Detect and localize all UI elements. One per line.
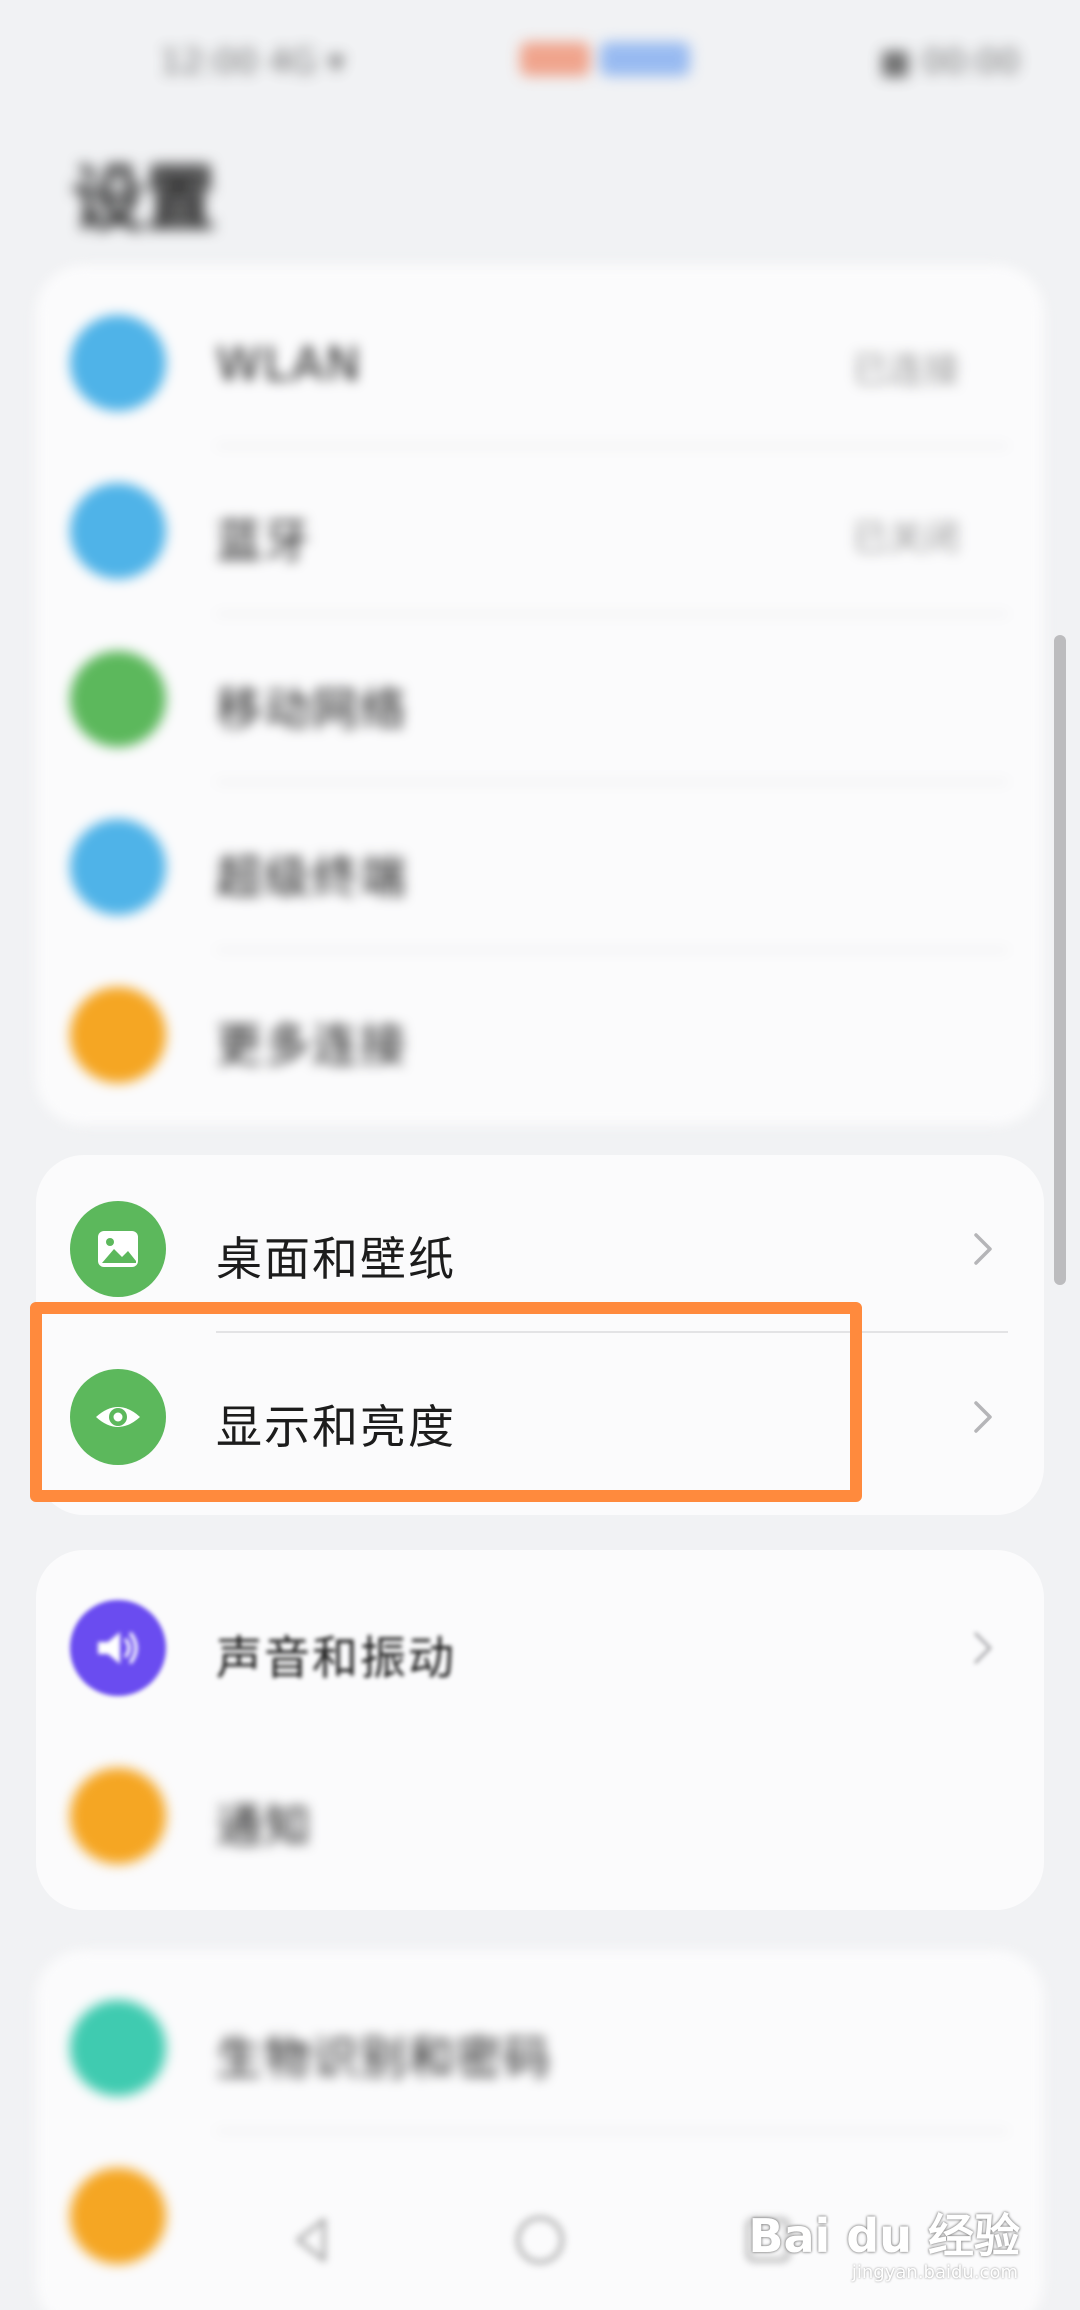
settings-item-label: 超级终端 xyxy=(216,850,408,904)
home-icon[interactable] xyxy=(510,2210,570,2270)
baidu-watermark-logo: Bai du 经验 xyxy=(748,2209,1020,2263)
back-icon[interactable] xyxy=(282,2210,342,2270)
status-indicator-icon xyxy=(520,42,590,76)
status-bar: 12:00 4G ▾ ■ 00:00 xyxy=(0,0,1080,120)
settings-item-label: 生物识别和密码 xyxy=(216,2031,552,2085)
settings-item-label: 通知 xyxy=(216,1799,312,1853)
chevron-right-icon xyxy=(974,1233,992,1265)
settings-screen: 12:00 4G ▾ ■ 00:00 设置 WLAN 已连接 蓝牙 已关闭 移动… xyxy=(0,0,1080,2310)
settings-item-label: 移动网络 xyxy=(216,682,408,736)
picture-icon xyxy=(70,1201,166,1297)
settings-item-label: 桌面和壁纸 xyxy=(216,1232,456,1286)
bell-icon xyxy=(70,1768,166,1864)
highlight-annotation xyxy=(30,1302,862,1502)
settings-item-bluetooth[interactable]: 蓝牙 已关闭 xyxy=(36,447,1044,615)
wifi-icon xyxy=(70,315,166,411)
page-title: 设置 xyxy=(72,157,217,241)
settings-item-sound-vibration[interactable]: 声音和振动 xyxy=(36,1564,1044,1732)
settings-item-value: 已连接 xyxy=(851,350,960,391)
settings-item-label: 声音和振动 xyxy=(216,1631,456,1685)
settings-group-connectivity: WLAN 已连接 蓝牙 已关闭 移动网络 超级终端 更多连接 xyxy=(36,265,1044,1125)
super-device-icon xyxy=(70,819,166,915)
settings-item-wlan[interactable]: WLAN 已连接 xyxy=(36,279,1044,447)
settings-item-notifications[interactable]: 通知 xyxy=(36,1732,1044,1900)
chevron-right-icon xyxy=(974,1401,992,1433)
mobile-network-icon xyxy=(70,651,166,747)
chevron-right-icon xyxy=(974,1632,992,1664)
settings-group-sound: 声音和振动 通知 xyxy=(36,1550,1044,1910)
more-connections-icon xyxy=(70,987,166,1083)
scrollbar[interactable] xyxy=(1054,635,1066,1285)
settings-item-biometrics[interactable]: 生物识别和密码 xyxy=(36,1964,1044,2132)
status-indicator-icon xyxy=(600,42,690,76)
bluetooth-icon xyxy=(70,483,166,579)
settings-item-value: 已关闭 xyxy=(851,518,960,559)
settings-item-more-connections[interactable]: 更多连接 xyxy=(36,951,1044,1119)
status-time: 12:00 4G ▾ xyxy=(160,42,345,82)
settings-item-label: 更多连接 xyxy=(216,1018,408,1072)
speaker-icon xyxy=(70,1600,166,1696)
settings-item-super-device[interactable]: 超级终端 xyxy=(36,783,1044,951)
status-battery: ■ 00:00 xyxy=(879,42,1020,82)
settings-item-label: WLAN xyxy=(216,337,363,391)
settings-item-mobile-network[interactable]: 移动网络 xyxy=(36,615,1044,783)
settings-item-label: 蓝牙 xyxy=(216,514,312,568)
key-icon xyxy=(70,2000,166,2096)
baidu-watermark-url: jingyan.baidu.com xyxy=(851,2262,1018,2283)
